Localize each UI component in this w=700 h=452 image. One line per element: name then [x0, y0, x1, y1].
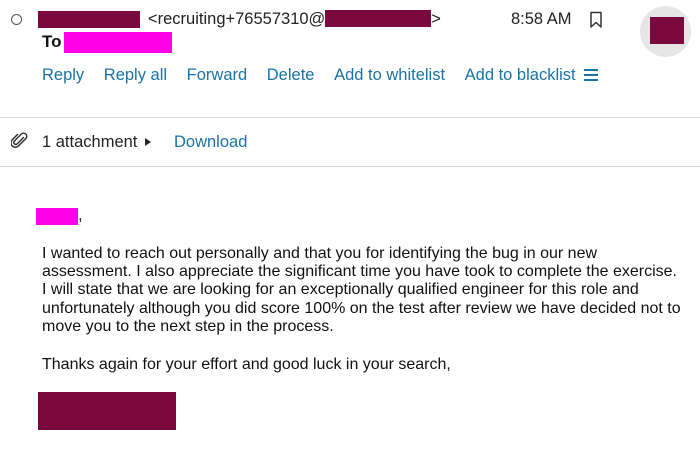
avatar-redacted — [650, 17, 684, 44]
salutation-name-redacted — [36, 208, 78, 225]
sender-domain-redacted — [325, 10, 432, 27]
sender-address-start: <recruiting+76557310@ — [148, 10, 326, 28]
recipient-redacted — [64, 32, 172, 53]
salutation-comma: , — [78, 206, 83, 224]
action-bar: Reply Reply all Forward Delete Add to wh… — [42, 66, 595, 85]
reply-all-button[interactable]: Reply all — [104, 66, 167, 85]
body-paragraph-2: Thanks again for your effort and good lu… — [42, 356, 451, 373]
attachment-count: 1 attachment — [42, 133, 138, 151]
sender-address: <recruiting+76557310@ > — [148, 10, 441, 29]
reply-button[interactable]: Reply — [42, 66, 84, 85]
sender-name-redacted — [38, 11, 140, 28]
caret-right-icon[interactable] — [145, 138, 151, 146]
delete-button[interactable]: Delete — [267, 66, 315, 85]
paperclip-icon — [11, 132, 28, 148]
to-label: To — [42, 32, 62, 51]
body-paragraph-1: I wanted to reach out personally and tha… — [42, 245, 681, 335]
select-radio-icon[interactable] — [11, 14, 22, 25]
divider-top — [0, 117, 700, 118]
signature-redacted — [38, 392, 176, 430]
sender-address-end: > — [431, 10, 441, 28]
download-link[interactable]: Download — [174, 133, 247, 152]
divider-bottom — [0, 166, 700, 167]
add-to-blacklist-button[interactable]: Add to blacklist — [465, 66, 576, 85]
add-to-whitelist-button[interactable]: Add to whitelist — [334, 66, 445, 85]
menu-icon[interactable] — [584, 69, 598, 81]
bookmark-icon[interactable] — [589, 11, 603, 29]
forward-button[interactable]: Forward — [187, 66, 248, 85]
message-time: 8:58 AM — [511, 10, 572, 28]
